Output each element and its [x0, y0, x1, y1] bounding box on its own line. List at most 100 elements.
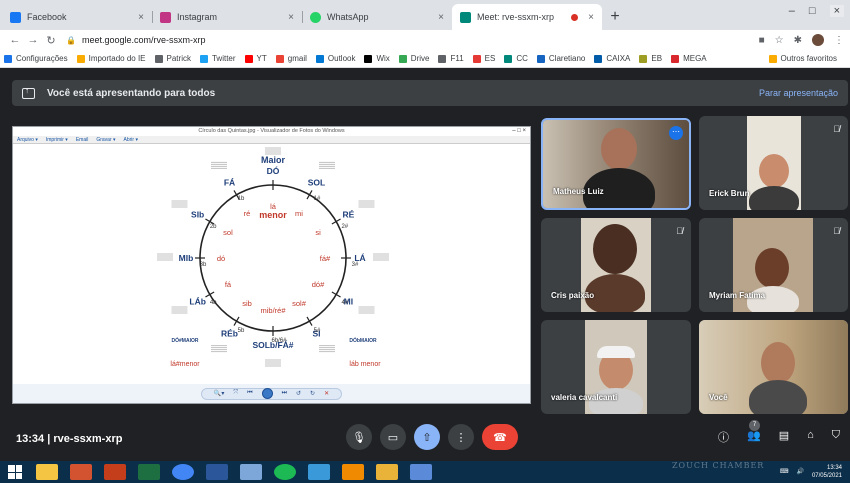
bookmark-item[interactable]: Twitter	[199, 54, 236, 63]
back-icon[interactable]: ←	[6, 34, 24, 46]
leave-call-button[interactable]: ☎	[482, 424, 518, 450]
tab-meet[interactable]: Meet: rve-ssxm-xrp ×	[452, 4, 602, 30]
bookmark-item[interactable]: F11	[438, 54, 464, 63]
profile-avatar[interactable]	[812, 34, 824, 46]
present-screen-icon: ⇧	[422, 431, 432, 444]
bookmark-item[interactable]: ES	[472, 54, 495, 63]
clock[interactable]: 13:34 07/05/2021	[812, 464, 842, 480]
vlc-icon[interactable]	[342, 464, 364, 480]
extensions-icon[interactable]: ✱	[794, 35, 802, 46]
minor-key-label: fá#	[320, 254, 331, 263]
minimize-button[interactable]: –	[789, 5, 795, 17]
bookmark-label: F11	[450, 54, 464, 63]
notepad-icon[interactable]	[240, 464, 262, 480]
reload-icon[interactable]: ↻	[42, 34, 60, 47]
bookmark-item[interactable]: Configurações	[4, 54, 68, 63]
present-button[interactable]: ⇧	[414, 424, 440, 450]
app-icon[interactable]	[308, 464, 330, 480]
bookmark-item[interactable]: Patrick	[154, 54, 191, 63]
more-options-icon[interactable]: ⋯	[669, 126, 683, 140]
participant-tile-erick[interactable]: 🎙̸ Erick Brun	[699, 116, 848, 210]
close-icon[interactable]: ×	[138, 12, 144, 23]
previous-icon[interactable]: ⏮	[247, 390, 252, 397]
viewer-menu-item[interactable]: Abrir ▾	[124, 137, 138, 143]
bookmark-item[interactable]: CC	[504, 54, 528, 63]
close-icon[interactable]: ×	[588, 12, 594, 23]
delete-icon[interactable]: ✕	[324, 390, 329, 397]
bookmark-item[interactable]: gmail	[275, 54, 307, 63]
people-icon[interactable]: 👥 7	[747, 420, 761, 445]
photos-icon[interactable]	[410, 464, 432, 480]
rotate-right-icon[interactable]: ↻	[310, 390, 315, 397]
rotate-left-icon[interactable]: ↺	[296, 390, 301, 397]
activities-icon[interactable]: ⌂	[807, 429, 814, 445]
bookmark-item[interactable]: Drive	[398, 54, 429, 63]
url-text: meet.google.com/rve-ssxm-xrp	[81, 35, 206, 45]
accidental-label: 4#	[341, 300, 348, 306]
volume-icon[interactable]: 🔊	[796, 468, 803, 476]
tab-label: WhatsApp	[327, 12, 369, 22]
url-field[interactable]: 🔒 meet.google.com/rve-ssxm-xrp	[66, 32, 753, 48]
bookmark-item[interactable]: Importado do IE	[76, 54, 146, 63]
participant-tile-myriam[interactable]: 🎙̸ Myriam Fatima	[699, 218, 848, 312]
host-controls-icon[interactable]: ⛉	[832, 429, 840, 445]
windows-start-icon[interactable]	[8, 465, 22, 479]
tab-instagram[interactable]: Instagram ×	[152, 4, 302, 30]
maximize-button[interactable]: □	[809, 5, 816, 17]
camera-button[interactable]: ▭	[380, 424, 406, 450]
accidental-label: 5b	[238, 328, 245, 334]
keyboard-icon[interactable]: ⌨	[780, 468, 789, 476]
bookmark-item[interactable]: Claretiano	[536, 54, 585, 63]
camera-in-use-icon[interactable]: ■	[759, 35, 765, 46]
actual-size-icon[interactable]: ⤧	[233, 390, 238, 397]
chrome-icon[interactable]	[172, 464, 194, 480]
bookmark-item[interactable]: EB	[639, 54, 662, 63]
pencil-app-icon[interactable]	[376, 464, 398, 480]
meet-main: Você está apresentando para todos Parar …	[0, 68, 850, 461]
spotify-icon[interactable]	[274, 464, 296, 480]
participant-tile-matheus[interactable]: ⋯ Matheus Luiz	[541, 118, 691, 210]
menu-icon[interactable]: ⋮	[834, 35, 844, 46]
bookmark-item[interactable]: Wix	[364, 54, 390, 63]
meeting-details-icon[interactable]: ⓘ	[718, 429, 729, 445]
word-icon[interactable]	[206, 464, 228, 480]
bookmark-item[interactable]: Outlook	[315, 54, 355, 63]
tab-label: Facebook	[27, 12, 67, 22]
bookmark-item[interactable]: MEGA	[671, 54, 707, 63]
forward-icon[interactable]: →	[24, 34, 42, 46]
other-bookmarks-folder[interactable]: Outros favoritos	[768, 54, 837, 63]
more-options-button[interactable]: ⋮	[448, 424, 474, 450]
viewer-menu-item[interactable]: Arquivo ▾	[17, 137, 38, 143]
new-tab-button[interactable]: +	[602, 4, 628, 30]
next-icon[interactable]: ⏭	[282, 390, 287, 397]
participant-face	[755, 248, 789, 288]
microphone-button[interactable]: 🎙	[346, 424, 372, 450]
viewer-toolbar: 🔍▾ ⤧ ⏮ ⏭ ↺ ↻ ✕	[13, 384, 530, 403]
stop-presenting-button[interactable]: Parar apresentação	[759, 88, 838, 98]
bookmark-item[interactable]: CAIXA	[594, 54, 630, 63]
viewer-menu-item[interactable]: Imprimir ▾	[46, 137, 68, 143]
participant-tile-valeria[interactable]: valeria cavalcanti	[541, 320, 691, 414]
close-icon[interactable]: ×	[438, 12, 444, 23]
excel-icon[interactable]	[138, 464, 160, 480]
bookmark-item[interactable]: YT	[244, 54, 267, 63]
participant-body	[749, 380, 807, 414]
star-icon[interactable]: ☆	[775, 35, 784, 46]
chat-icon[interactable]: ▤	[779, 429, 789, 445]
participant-tile-self[interactable]: Você	[699, 320, 848, 414]
zoom-icon[interactable]: 🔍▾	[214, 390, 224, 397]
powerpoint-icon[interactable]	[104, 464, 126, 480]
slideshow-button[interactable]	[261, 388, 273, 399]
viewer-menu-item[interactable]: Gravar ▾	[96, 137, 115, 143]
close-window-button[interactable]: ×	[829, 5, 844, 17]
participant-name: Myriam Fatima	[709, 291, 766, 300]
file-explorer-icon[interactable]	[36, 464, 58, 480]
close-icon[interactable]: ×	[288, 12, 294, 23]
participant-body	[749, 186, 799, 210]
viewer-menu-item[interactable]: Email	[76, 137, 89, 143]
tab-whatsapp[interactable]: WhatsApp ×	[302, 4, 452, 30]
tab-facebook[interactable]: Facebook ×	[2, 4, 152, 30]
outlook-icon[interactable]	[70, 464, 92, 480]
accidental-label: 4b	[210, 300, 217, 306]
participant-tile-cris[interactable]: 🎙̸ Cris paixão	[541, 218, 691, 312]
